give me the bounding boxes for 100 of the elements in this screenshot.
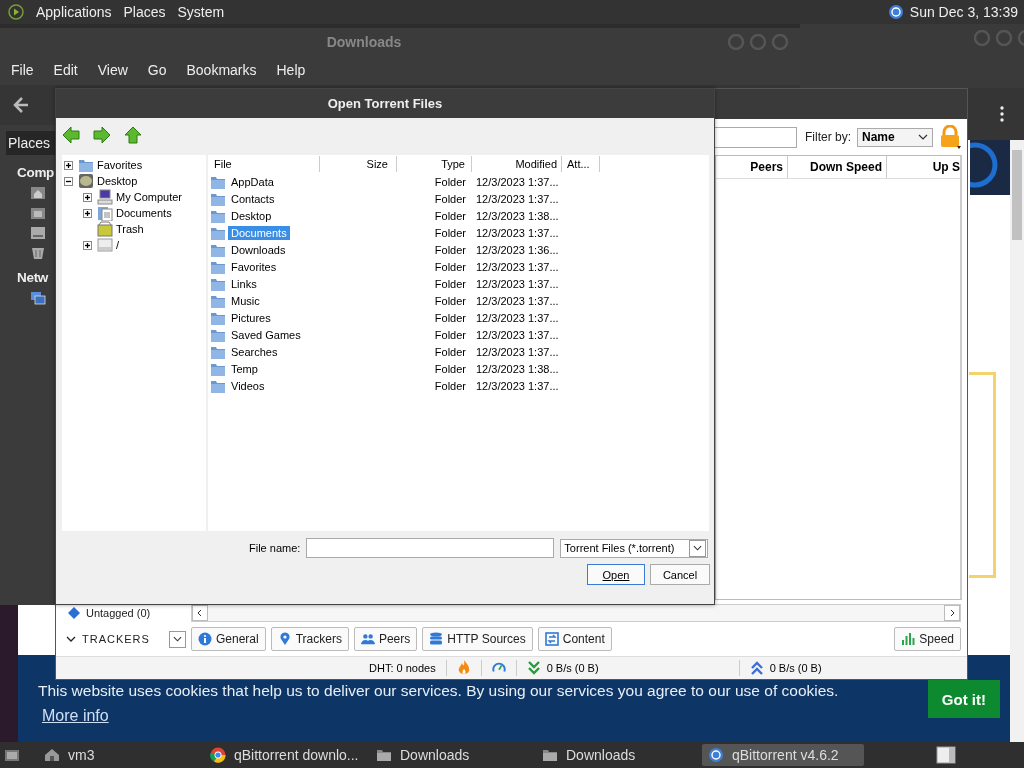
modified-cell-text: 12/3/2023 1:37... xyxy=(475,260,560,273)
home-icon xyxy=(44,747,60,763)
column-header[interactable]: Up S xyxy=(887,156,960,178)
expand-toggle[interactable] xyxy=(64,160,76,170)
upload-arrow-icon xyxy=(749,660,764,676)
properties-tab[interactable]: HTTP Sources xyxy=(422,627,533,651)
clock[interactable]: Sun Dec 3, 13:39 xyxy=(909,4,1018,20)
properties-tab[interactable]: Peers xyxy=(353,627,418,651)
cancel-button[interactable]: Cancel xyxy=(650,564,710,585)
menu-item[interactable]: Go xyxy=(147,62,167,78)
file-name[interactable]: Downloads xyxy=(228,242,289,257)
file-name-field[interactable] xyxy=(306,538,555,558)
file-name[interactable]: Pictures xyxy=(228,310,274,325)
people-icon xyxy=(360,632,375,646)
folder-icon xyxy=(542,747,558,763)
column-header[interactable]: Modified xyxy=(472,156,562,172)
up-icon[interactable] xyxy=(124,126,142,144)
menu-item[interactable]: File xyxy=(11,62,34,78)
modified-cell-text: 12/3/2023 1:37... xyxy=(475,277,560,290)
taskbar-item[interactable]: vm3 xyxy=(38,744,200,766)
more-info-link[interactable]: More info xyxy=(28,707,109,725)
qb-tray-icon[interactable] xyxy=(887,4,904,20)
panel-menu[interactable]: Places xyxy=(123,4,166,20)
dropdown-toggle[interactable] xyxy=(169,630,186,648)
tree-item[interactable]: Favorites xyxy=(96,159,143,171)
home-icon[interactable] xyxy=(30,186,46,200)
menu-item[interactable]: Bookmarks xyxy=(186,62,257,78)
file-name[interactable]: Saved Games xyxy=(228,327,304,342)
window-title: Downloads xyxy=(326,33,402,50)
menu-item[interactable]: Help xyxy=(276,62,306,78)
modified-cell-text: 12/3/2023 1:37... xyxy=(475,175,560,188)
trash-icon[interactable] xyxy=(30,246,46,260)
column-header[interactable]: Att... xyxy=(562,156,600,172)
properties-tab[interactable]: General xyxy=(191,627,266,651)
section-heading: TRACKERS xyxy=(82,633,150,645)
speed-tab[interactable]: Speed xyxy=(894,627,961,651)
workspace-icon[interactable] xyxy=(936,746,956,764)
sidebar-tab[interactable]: Places xyxy=(6,131,57,155)
column-header[interactable]: Size xyxy=(320,156,397,172)
file-name[interactable]: Contacts xyxy=(228,191,278,206)
open-button[interactable]: Open xyxy=(587,564,645,585)
type-cell-text: Folder xyxy=(433,175,467,188)
expand-toggle[interactable] xyxy=(83,192,95,202)
menu-item[interactable]: View xyxy=(97,62,128,78)
documents-icon xyxy=(97,205,113,221)
forward-icon[interactable] xyxy=(93,126,111,144)
network-icon[interactable] xyxy=(30,291,46,305)
type-cell-text: Folder xyxy=(433,362,467,375)
column-header[interactable]: Down Speed xyxy=(788,156,887,178)
drive-icon[interactable] xyxy=(30,226,46,240)
type-cell-text: Folder xyxy=(433,260,467,273)
filter-dropdown[interactable]: Name xyxy=(857,127,933,147)
horizontal-scrollbar[interactable] xyxy=(191,604,961,622)
tree-item[interactable]: / xyxy=(115,239,120,251)
file-name[interactable]: Links xyxy=(228,276,260,291)
panel-menu[interactable]: Applications xyxy=(36,4,112,20)
modified-cell-text: 12/3/2023 1:37... xyxy=(475,379,560,392)
properties-tab[interactable]: Trackers xyxy=(270,627,349,651)
taskbar-item[interactable]: qBittorrent downlo... xyxy=(204,744,366,766)
chevron-icon xyxy=(693,545,703,551)
expand-toggle[interactable] xyxy=(83,240,95,250)
file-name[interactable]: Temp xyxy=(228,361,261,376)
column-header[interactable]: Type xyxy=(397,156,472,172)
scroll-right-icon[interactable] xyxy=(944,605,960,621)
taskbar-item[interactable]: qBittorrent v4.6.2 xyxy=(702,744,864,766)
tree-item[interactable]: Desktop xyxy=(96,175,138,187)
properties-tab[interactable]: Content xyxy=(537,627,612,651)
tree-item[interactable]: Trash xyxy=(115,223,144,235)
tag-filter-item[interactable]: Untagged (0) xyxy=(86,607,151,619)
collapse-icon[interactable] xyxy=(66,636,76,642)
folder-icon[interactable] xyxy=(30,206,46,220)
show-desktop-icon[interactable] xyxy=(4,747,20,763)
tag-icon xyxy=(68,607,80,619)
panel-menu[interactable]: System xyxy=(177,4,225,20)
file-type-dropdown[interactable]: Torrent Files (*.torrent) xyxy=(560,538,709,558)
type-cell-text: Folder xyxy=(433,345,467,358)
scrollbar[interactable] xyxy=(1010,140,1024,742)
tree-item[interactable]: Documents xyxy=(115,207,172,219)
file-name[interactable]: Favorites xyxy=(228,259,280,274)
cookie-message: This website uses cookies that help us to deliver our services. By using our services you agree to our use of cookies. xyxy=(37,682,839,700)
file-name[interactable]: AppData xyxy=(228,174,277,189)
logo-icon[interactable] xyxy=(8,4,24,20)
type-cell-text: Folder xyxy=(433,294,467,307)
tree-item[interactable]: My Computer xyxy=(115,191,183,203)
column-header[interactable]: Peers xyxy=(716,156,788,178)
menu-item[interactable]: Edit xyxy=(53,62,78,78)
scroll-left-icon[interactable] xyxy=(192,605,208,621)
expand-toggle[interactable] xyxy=(83,208,95,218)
accept-button[interactable]: Got it! xyxy=(927,680,1000,718)
file-name[interactable]: Music xyxy=(228,293,263,308)
database-icon xyxy=(429,632,444,646)
menu-icon[interactable] xyxy=(1000,106,1004,122)
column-header[interactable]: File xyxy=(208,156,320,172)
expand-toggle[interactable] xyxy=(64,176,76,186)
back-icon[interactable] xyxy=(62,126,80,144)
taskbar-item[interactable]: Downloads xyxy=(370,744,532,766)
file-name[interactable]: Desktop xyxy=(228,208,275,223)
file-name[interactable]: Searches xyxy=(228,344,281,359)
taskbar-item[interactable]: Downloads xyxy=(536,744,698,766)
file-name[interactable]: Videos xyxy=(228,378,268,393)
